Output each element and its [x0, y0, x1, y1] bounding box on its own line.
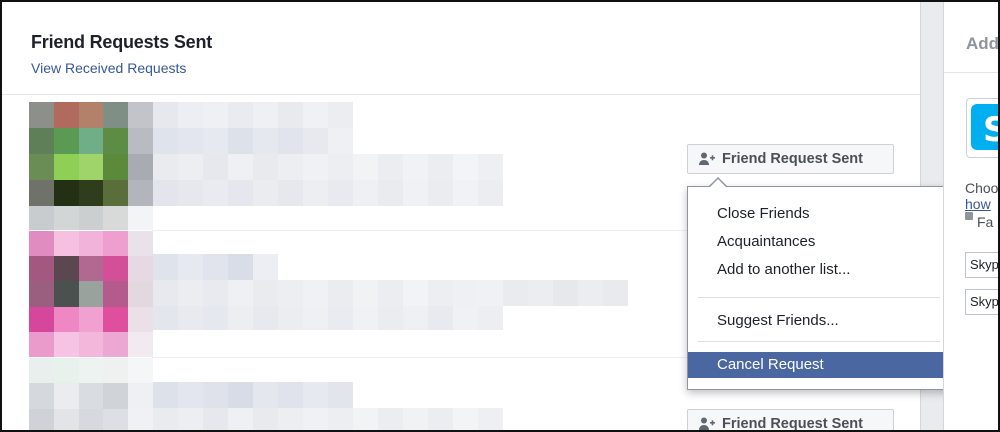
skype-input-1[interactable]: Skyp	[965, 252, 998, 278]
list-item	[153, 154, 503, 206]
menu-divider	[698, 341, 940, 342]
list-item	[153, 280, 628, 306]
menu-item-suggest-friends[interactable]: Suggest Friends...	[688, 308, 950, 334]
avatar[interactable]	[29, 358, 153, 430]
friend-request-sent-label: Friend Request Sent	[722, 416, 863, 432]
list-item	[153, 306, 503, 330]
friend-request-sent-button[interactable]: Friend Request Sent	[687, 409, 894, 432]
right-sidebar: Add S Choo how Fa Skyp Skyp	[943, 2, 1000, 430]
menu-item-cancel-request[interactable]: Cancel Request	[688, 352, 950, 378]
screenshot-frame: Friend Requests Sent View Received Reque…	[0, 0, 1000, 432]
avatar[interactable]	[29, 102, 153, 206]
friend-request-sent-label: Friend Request Sent	[722, 151, 863, 167]
menu-item-add-to-another-list[interactable]: Add to another list...	[688, 257, 950, 283]
lock-icon	[965, 212, 973, 220]
skype-input-2[interactable]: Skyp	[965, 289, 998, 315]
menu-item-acquaintances[interactable]: Acquaintances	[688, 229, 950, 255]
friend-request-menu: Close Friends Acquaintances Add to anoth…	[687, 186, 951, 390]
menu-divider	[698, 297, 940, 298]
skype-app-tile[interactable]: S	[966, 98, 998, 158]
page-title: Friend Requests Sent	[31, 32, 213, 52]
list-item	[29, 206, 153, 230]
list-item	[153, 382, 353, 408]
sidebar-title: Add	[966, 34, 1000, 53]
add-friend-icon	[699, 417, 715, 430]
card-header: Friend Requests Sent View Received Reque…	[2, 2, 920, 95]
list-item	[153, 102, 353, 154]
skype-letter-icon: S	[983, 110, 998, 150]
privacy-label: Fa	[977, 214, 994, 230]
menu-caret-fill	[709, 179, 727, 188]
sidebar-how-link[interactable]: how	[965, 196, 991, 212]
view-received-requests-link[interactable]: View Received Requests	[31, 60, 186, 76]
list-item	[153, 408, 503, 430]
list-item	[153, 254, 278, 280]
add-friend-icon	[699, 152, 715, 165]
sidebar-divider	[944, 72, 998, 73]
friend-request-sent-button[interactable]: Friend Request Sent	[687, 144, 894, 174]
menu-item-close-friends[interactable]: Close Friends	[688, 201, 950, 227]
sidebar-description: Choo	[965, 180, 999, 196]
avatar[interactable]	[29, 231, 153, 357]
skype-logo-icon: S	[971, 104, 998, 150]
